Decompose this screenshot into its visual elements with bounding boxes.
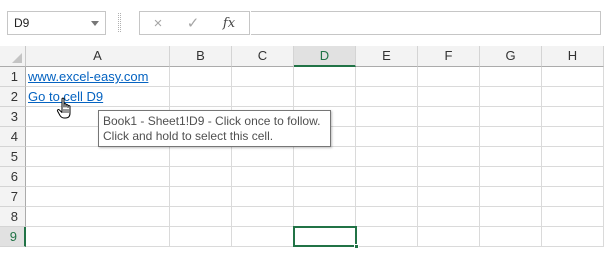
cell-d1[interactable] — [294, 67, 356, 87]
cell-h5[interactable] — [542, 147, 604, 167]
cell-g3[interactable] — [480, 107, 542, 127]
cell-d7[interactable] — [294, 187, 356, 207]
enter-icon[interactable]: ✓ — [181, 14, 205, 34]
cell-a1[interactable]: www.excel-easy.com — [26, 67, 170, 87]
row-header-7[interactable]: 7 — [0, 187, 26, 207]
cell-f1[interactable] — [418, 67, 480, 87]
cell-h3[interactable] — [542, 107, 604, 127]
row-header-9[interactable]: 9 — [0, 227, 26, 247]
cell-g7[interactable] — [480, 187, 542, 207]
formula-bar-buttons: × ✓ fx — [139, 11, 250, 35]
row-header-8[interactable]: 8 — [0, 207, 26, 227]
row-header-3[interactable]: 3 — [0, 107, 26, 127]
cell-f9[interactable] — [418, 227, 480, 247]
insert-function-button[interactable]: fx — [217, 14, 241, 34]
cell-h7[interactable] — [542, 187, 604, 207]
column-header-b[interactable]: B — [170, 46, 232, 67]
formula-bar: D9 × ✓ fx — [0, 0, 604, 46]
cell-f3[interactable] — [418, 107, 480, 127]
tooltip-line-2: Click and hold to select this cell. — [103, 129, 274, 143]
chevron-down-icon[interactable] — [91, 21, 99, 26]
cell-c9[interactable] — [232, 227, 294, 247]
cell-c7[interactable] — [232, 187, 294, 207]
cell-e2[interactable] — [356, 87, 418, 107]
column-header-f[interactable]: F — [418, 46, 480, 67]
cell-f8[interactable] — [418, 207, 480, 227]
column-header-g[interactable]: G — [480, 46, 542, 67]
column-header-c[interactable]: C — [232, 46, 294, 67]
cell-d8[interactable] — [294, 207, 356, 227]
cell-g1[interactable] — [480, 67, 542, 87]
cell-f4[interactable] — [418, 127, 480, 147]
cell-b9[interactable] — [170, 227, 232, 247]
cell-e9[interactable] — [356, 227, 418, 247]
cell-b6[interactable] — [170, 167, 232, 187]
cell-h6[interactable] — [542, 167, 604, 187]
cell-h1[interactable] — [542, 67, 604, 87]
cell-g6[interactable] — [480, 167, 542, 187]
cell-a7[interactable] — [26, 187, 170, 207]
cell-a2[interactable]: Go to cell D9 — [26, 87, 170, 107]
cell-g8[interactable] — [480, 207, 542, 227]
cell-b5[interactable] — [170, 147, 232, 167]
selected-cell-outline — [293, 226, 359, 249]
cell-h9[interactable] — [542, 227, 604, 247]
tooltip-line-1: Book1 - Sheet1!D9 - Click once to follow… — [103, 114, 321, 128]
cell-e7[interactable] — [356, 187, 418, 207]
cell-a6[interactable] — [26, 167, 170, 187]
row-header-6[interactable]: 6 — [0, 167, 26, 187]
cell-b1[interactable] — [170, 67, 232, 87]
cell-f2[interactable] — [418, 87, 480, 107]
cell-h4[interactable] — [542, 127, 604, 147]
formula-input[interactable] — [251, 11, 601, 35]
cell-d5[interactable] — [294, 147, 356, 167]
select-all-triangle-icon — [12, 53, 22, 63]
cell-c5[interactable] — [232, 147, 294, 167]
cell-e1[interactable] — [356, 67, 418, 87]
cell-c8[interactable] — [232, 207, 294, 227]
cell-e3[interactable] — [356, 107, 418, 127]
cell-e8[interactable] — [356, 207, 418, 227]
row-header-2[interactable]: 2 — [0, 87, 26, 107]
cell-c2[interactable] — [232, 87, 294, 107]
cell-f6[interactable] — [418, 167, 480, 187]
cell-h2[interactable] — [542, 87, 604, 107]
row-header-5[interactable]: 5 — [0, 147, 26, 167]
fill-handle[interactable] — [354, 244, 359, 249]
hyperlink[interactable]: www.excel-easy.com — [28, 69, 148, 84]
formula-bar-grip[interactable] — [118, 13, 121, 32]
column-header-h[interactable]: H — [542, 46, 604, 67]
cell-d6[interactable] — [294, 167, 356, 187]
hand-pointer-icon — [56, 97, 71, 119]
cell-f5[interactable] — [418, 147, 480, 167]
cell-a5[interactable] — [26, 147, 170, 167]
select-all-button[interactable] — [0, 46, 26, 67]
cell-e5[interactable] — [356, 147, 418, 167]
cancel-icon[interactable]: × — [146, 14, 170, 34]
cell-b8[interactable] — [170, 207, 232, 227]
cell-a8[interactable] — [26, 207, 170, 227]
cell-g9[interactable] — [480, 227, 542, 247]
cell-d2[interactable] — [294, 87, 356, 107]
column-header-e[interactable]: E — [356, 46, 418, 67]
cell-g4[interactable] — [480, 127, 542, 147]
cell-c6[interactable] — [232, 167, 294, 187]
cell-g2[interactable] — [480, 87, 542, 107]
row-header-4[interactable]: 4 — [0, 127, 26, 147]
cell-h8[interactable] — [542, 207, 604, 227]
cell-g5[interactable] — [480, 147, 542, 167]
cell-e4[interactable] — [356, 127, 418, 147]
cell-a9[interactable] — [26, 227, 170, 247]
cell-e6[interactable] — [356, 167, 418, 187]
cell-f7[interactable] — [418, 187, 480, 207]
name-box[interactable]: D9 — [7, 11, 106, 35]
row-header-1[interactable]: 1 — [0, 67, 26, 87]
column-header-a[interactable]: A — [26, 46, 170, 67]
hyperlink-tooltip: Book1 - Sheet1!D9 - Click once to follow… — [98, 110, 331, 147]
cell-b7[interactable] — [170, 187, 232, 207]
name-box-value: D9 — [14, 16, 30, 30]
cell-c1[interactable] — [232, 67, 294, 87]
cell-b2[interactable] — [170, 87, 232, 107]
column-header-d[interactable]: D — [294, 46, 356, 67]
